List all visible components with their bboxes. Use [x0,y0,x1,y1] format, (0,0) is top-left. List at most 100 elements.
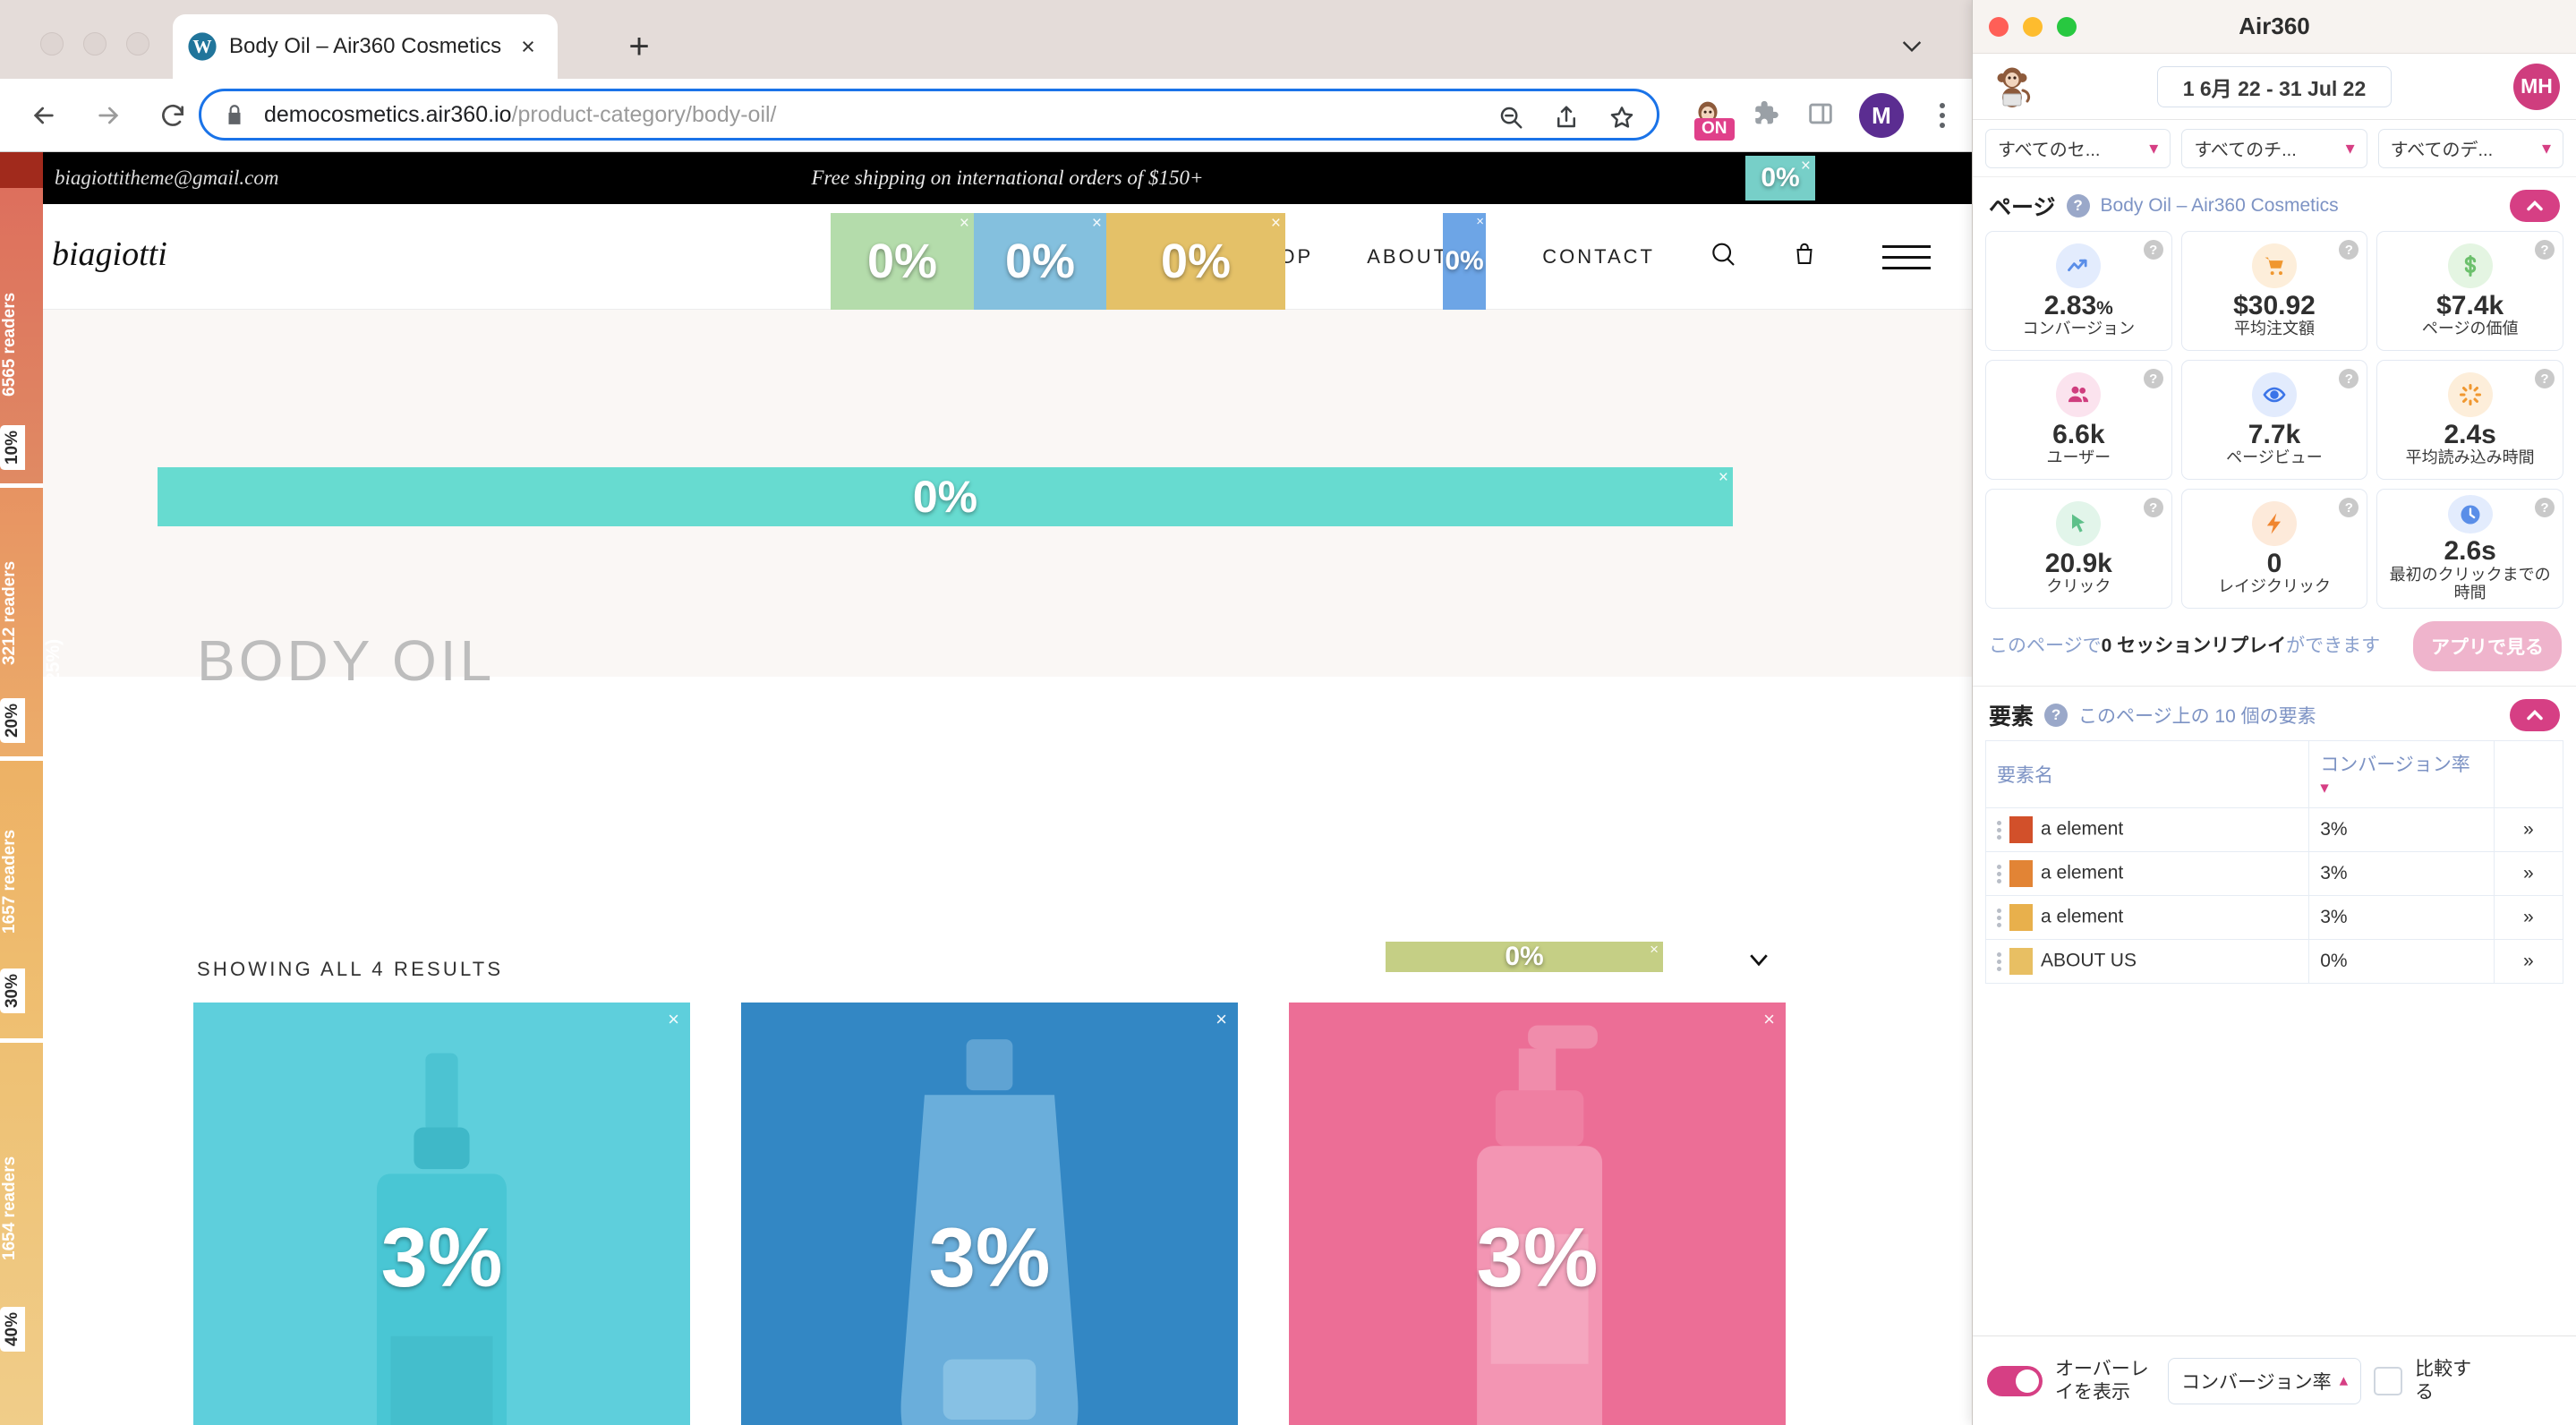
open-in-app-button[interactable]: アプリで見る [2413,621,2562,671]
product-image[interactable]: 3% × [1289,1003,1786,1425]
side-panel-icon[interactable] [1805,98,1836,133]
drag-handle-icon[interactable] [1997,864,2001,883]
reload-icon[interactable] [152,95,193,136]
overlay-close-icon[interactable]: × [1271,215,1281,232]
question-mark-icon[interactable]: ? [2339,498,2359,517]
metric-card-page-value[interactable]: ? $7.4k ページの価値 [2376,231,2563,351]
expand-row-icon[interactable]: » [2493,895,2564,940]
product-image[interactable]: 3% × [741,1003,1238,1425]
forward-arrow-icon[interactable] [88,95,129,136]
nav-item-about-us[interactable]: ABOUT US [1340,245,1515,269]
question-mark-icon[interactable]: ? [2066,194,2090,218]
overlay-nav-home[interactable]: 0% × [831,213,974,310]
table-row[interactable]: ABOUT US 0% » [1984,939,2564,984]
chrome-menu-icon[interactable] [1927,103,1958,128]
metric-card-clicks[interactable]: ? 20.9k クリック [1985,489,2172,609]
tab-list-chevron-down-icon[interactable] [1893,27,1931,64]
question-mark-icon[interactable]: ? [2143,240,2163,260]
question-mark-icon[interactable]: ? [2044,704,2068,727]
panel-close-button[interactable] [1989,16,2009,37]
question-mark-icon[interactable]: ? [2143,369,2163,388]
date-range-picker[interactable]: 1 6月 22 - 31 Jul 22 [2157,65,2392,107]
zoom-out-icon[interactable] [1492,98,1530,136]
user-avatar[interactable]: MH [2513,63,2560,110]
metric-card-conversion[interactable]: ? 2.83% コンバージョン [1985,231,2172,351]
product-card[interactable]: 3% × EASY SPRAY [1289,1003,1786,1425]
drag-handle-icon[interactable] [1997,820,2001,840]
share-icon[interactable] [1548,98,1585,136]
extensions-puzzle-icon[interactable] [1752,98,1782,133]
metric-card-users[interactable]: ? 6.6k ユーザー [1985,360,2172,480]
column-element-name[interactable]: 要素名 [1984,740,2310,808]
cart-icon[interactable] [1764,241,1845,273]
metric-card-pageviews[interactable]: ? 7.7k ページビュー [2180,360,2368,480]
address-bar[interactable]: democosmetics.air360.io/product-category… [199,89,1659,141]
table-row[interactable]: a element 3% » [1984,895,2564,940]
panel-minimize-button[interactable] [2023,16,2043,37]
question-mark-icon[interactable]: ? [2535,498,2555,517]
overlay-topbar-cart[interactable]: 0% × [1745,156,1815,201]
site-logo[interactable]: biagiotti [52,235,167,274]
metric-card-rage-clicks[interactable]: ? 0 レイジクリック [2180,489,2368,609]
metric-select[interactable]: コンバージョン率 ▴ [2168,1357,2362,1404]
overlay-close-icon[interactable]: × [960,215,969,232]
minimize-window-button[interactable] [83,32,107,55]
metric-card-average-order[interactable]: ? $30.92 平均注文額 [2180,231,2368,351]
metric-card-time-to-first-click[interactable]: ? 2.6s 最初のクリックまでの時間 [2376,489,2563,609]
overlay-close-icon[interactable]: × [668,1010,679,1029]
maximize-window-button[interactable] [126,32,149,55]
hamburger-menu-icon[interactable] [1882,244,1931,269]
product-card[interactable]: 3% × CREME Z [193,1003,690,1425]
overlay-close-icon[interactable]: × [1719,469,1728,486]
elements-section-collapse-button[interactable] [2510,699,2560,731]
nav-item-contact[interactable]: CONTACT [1515,245,1682,269]
filter-channels-select[interactable]: すべてのチ... ▾ [2181,128,2367,168]
page-section-collapse-button[interactable] [2510,190,2560,222]
drag-handle-icon[interactable] [1997,908,2001,927]
table-row[interactable]: a element 3% » [1984,851,2564,896]
product-image[interactable]: 3% × [193,1003,690,1425]
overlay-close-icon[interactable]: × [1476,215,1484,228]
overlay-close-icon[interactable]: × [1801,158,1811,175]
column-conversion-rate[interactable]: コンバージョン率 ▾ [2308,740,2495,808]
question-mark-icon[interactable]: ? [2535,240,2555,260]
expand-row-icon[interactable]: » [2493,939,2564,984]
metric-card-avg-load-time[interactable]: ? 2.4s 平均読み込み時間 [2376,360,2563,480]
question-mark-icon[interactable]: ? [2143,498,2163,517]
product-card[interactable]: 3% × BALM [741,1003,1238,1425]
question-mark-icon[interactable]: ? [2339,240,2359,260]
overlay-product-2[interactable]: 3% × [741,1003,1238,1425]
search-icon[interactable] [1682,240,1764,274]
compare-checkbox[interactable] [2374,1366,2403,1395]
overlay-close-icon[interactable]: × [1092,215,1102,232]
close-tab-icon[interactable]: × [513,31,543,62]
overlay-product-3[interactable]: 3% × [1289,1003,1786,1425]
panel-maximize-button[interactable] [2057,16,2077,37]
new-tab-button[interactable]: + [618,25,661,68]
overlay-close-icon[interactable]: × [1763,1010,1775,1029]
overlay-close-icon[interactable]: × [1650,942,1659,957]
filter-devices-select[interactable]: すべてのデ... ▾ [2377,128,2563,168]
overlay-nav-about[interactable]: 0% × [1106,213,1285,310]
air360-extension-icon[interactable]: ON [1687,95,1735,141]
panel-window-controls[interactable] [1989,16,2077,37]
overlay-nav-shop[interactable]: 0% × [974,213,1106,310]
overlay-close-icon[interactable]: × [1215,1010,1227,1029]
profile-avatar[interactable]: M [1859,93,1904,138]
filter-segments-select[interactable]: すべてのセ... ▾ [1985,128,2171,168]
table-row[interactable]: a element 3% » [1984,807,2564,852]
overlay-sort-select[interactable]: 0% × [1386,942,1663,972]
bookmark-star-icon[interactable] [1603,98,1641,136]
overlay-product-1[interactable]: 3% × [193,1003,690,1425]
drag-handle-icon[interactable] [1997,951,2001,971]
overlay-hero-banner[interactable]: 0% × [158,467,1733,526]
question-mark-icon[interactable]: ? [2339,369,2359,388]
window-controls[interactable] [40,32,149,55]
expand-row-icon[interactable]: » [2493,807,2564,852]
browser-tab[interactable]: W Body Oil – Air360 Cosmetics × [173,14,558,79]
back-arrow-icon[interactable] [23,95,64,136]
show-overlay-toggle[interactable] [1987,1365,2043,1396]
overlay-nav-cart[interactable]: 0% × [1443,213,1486,310]
question-mark-icon[interactable]: ? [2535,369,2555,388]
sort-chevron-down-icon[interactable] [1745,945,1772,977]
